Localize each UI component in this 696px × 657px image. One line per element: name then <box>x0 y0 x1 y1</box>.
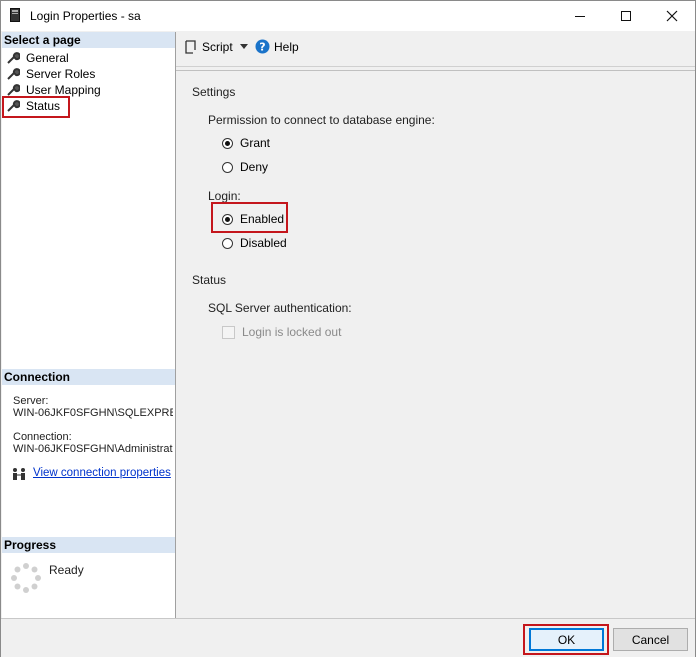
connection-value: WIN-06JKF0SFGHN\Administrator <box>13 443 173 455</box>
close-icon <box>666 10 678 22</box>
view-connection-properties-link[interactable]: View connection properties <box>33 467 171 479</box>
deny-radio[interactable]: Deny <box>222 160 268 174</box>
progress-spinner-icon <box>11 563 41 593</box>
toolbar: Script ? Help <box>176 32 695 67</box>
sidebar: Select a page General Server Roles User … <box>2 32 176 618</box>
script-label: Script <box>202 40 233 54</box>
title-bar: Login Properties - sa <box>1 1 695 31</box>
sql-auth-label: SQL Server authentication: <box>208 301 352 315</box>
dialog-window: Login Properties - sa Select a page Gene… <box>0 0 696 657</box>
svg-text:?: ? <box>259 41 265 54</box>
grant-radio[interactable]: Grant <box>222 136 270 150</box>
script-button[interactable]: Script <box>183 40 248 54</box>
disabled-label: Disabled <box>240 236 287 250</box>
enabled-highlight-box <box>211 202 288 233</box>
chevron-down-icon <box>239 44 248 49</box>
radio-indicator <box>222 137 233 149</box>
disabled-radio[interactable]: Disabled <box>222 236 287 250</box>
grant-label: Grant <box>240 136 271 150</box>
server-value: WIN-06JKF0SFGHN\SQLEXPRESS <box>13 407 173 419</box>
server-icon <box>10 8 20 22</box>
select-page-header: Select a page <box>2 32 175 48</box>
page-item-label: Server Roles <box>26 67 96 81</box>
cancel-button[interactable]: Cancel <box>613 628 688 651</box>
wrench-icon <box>7 52 20 64</box>
help-icon: ? <box>255 39 270 54</box>
ok-button[interactable]: OK <box>529 628 604 651</box>
locked-out-label: Login is locked out <box>242 325 342 339</box>
script-icon <box>185 40 196 54</box>
main-panel: Script ? Help Settings Permission to con… <box>176 32 695 618</box>
window-title: Login Properties - sa <box>30 9 141 23</box>
ok-label: OK <box>557 632 576 647</box>
progress-status: Ready <box>49 563 84 577</box>
wrench-icon <box>7 68 20 80</box>
permission-label: Permission to connect to database engine… <box>208 113 435 127</box>
server-label: Server: <box>13 395 49 407</box>
connection-header: Connection <box>2 369 175 385</box>
deny-label: Deny <box>240 160 269 174</box>
checkbox-indicator <box>222 325 235 339</box>
minimize-button[interactable] <box>557 1 603 31</box>
help-button[interactable]: ? Help <box>255 39 299 54</box>
wrench-icon <box>7 84 20 96</box>
close-button[interactable] <box>649 1 695 31</box>
page-item-general[interactable]: General <box>6 50 69 66</box>
status-highlight-box <box>2 96 70 118</box>
page-item-label: General <box>26 51 69 65</box>
locked-out-checkbox[interactable]: Login is locked out <box>222 325 341 339</box>
maximize-icon <box>621 11 631 21</box>
progress-header: Progress <box>2 537 175 553</box>
page-item-server-roles[interactable]: Server Roles <box>6 66 95 82</box>
connection-label: Connection: <box>13 431 72 443</box>
connection-properties-icon <box>13 468 25 480</box>
status-header: Status <box>192 273 227 287</box>
maximize-button[interactable] <box>603 1 649 31</box>
radio-indicator <box>222 237 233 249</box>
settings-header: Settings <box>192 85 236 99</box>
minimize-icon <box>575 16 585 17</box>
radio-indicator <box>222 161 233 173</box>
cancel-label: Cancel <box>631 632 670 647</box>
footer: OK Cancel <box>1 618 695 657</box>
login-label: Login: <box>208 189 241 203</box>
settings-panel: Settings Permission to connect to databa… <box>176 70 695 619</box>
help-label: Help <box>274 39 299 54</box>
page-item-label: User Mapping <box>26 83 101 97</box>
